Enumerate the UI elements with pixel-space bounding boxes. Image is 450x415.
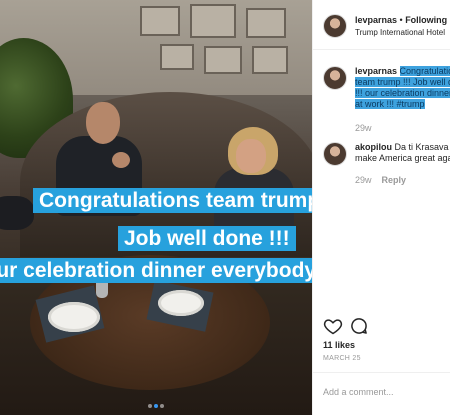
post-sidebar: levparnas • Following Trump Internationa… [312, 0, 450, 415]
comment-username[interactable]: levparnas [355, 66, 397, 76]
carousel-indicator [0, 395, 312, 413]
plate [48, 302, 100, 332]
plate [158, 290, 204, 316]
speech-bubble-icon[interactable] [349, 316, 369, 336]
man-head [86, 102, 120, 144]
likes-count[interactable]: 11 likes [323, 340, 355, 350]
following-button[interactable]: Following [405, 15, 447, 25]
reply-button[interactable]: Reply [382, 175, 407, 185]
wall-picture-frame [160, 44, 194, 70]
wall-picture-frame [246, 8, 286, 38]
header-username[interactable]: levparnas [355, 15, 397, 25]
wall-picture-frame [204, 46, 242, 74]
add-comment-bar [313, 372, 450, 415]
caption-line-1: Congratulations team trump !!! [33, 188, 312, 213]
comment-meta: 29w Reply [355, 175, 406, 185]
post-header: levparnas • Following Trump Internationa… [313, 0, 450, 50]
comment-time: 29w [355, 123, 372, 133]
wall-picture-frame [140, 6, 180, 36]
comment-username[interactable]: akopilou [355, 142, 392, 152]
post-photo[interactable]: Congratulations team trump !!! Job well … [0, 0, 312, 415]
header-separator: • [397, 15, 406, 25]
carousel-dot[interactable] [160, 404, 164, 408]
wall-picture-frame [190, 4, 236, 38]
avatar[interactable] [323, 14, 347, 38]
comment-time: 29w [355, 175, 372, 185]
avatar[interactable] [323, 66, 347, 90]
woman-face [236, 139, 266, 173]
caption-line-3: ng our celebration dinner everybody hard… [0, 258, 312, 283]
heart-icon[interactable] [323, 316, 343, 336]
location-link[interactable]: Trump International Hotel [355, 28, 445, 37]
carousel-dot-active[interactable] [154, 404, 158, 408]
man-hand [112, 152, 130, 168]
avatar[interactable] [323, 142, 347, 166]
arm [0, 196, 34, 230]
caption-line-2: Job well done !!! [118, 226, 296, 251]
add-comment-input[interactable] [323, 383, 443, 401]
header-user-line: levparnas • Following [355, 15, 447, 25]
carousel-dot[interactable] [148, 404, 152, 408]
wall-picture-frame [252, 46, 288, 74]
post-date: MARCH 25 [323, 355, 361, 362]
post-actions [323, 316, 443, 338]
